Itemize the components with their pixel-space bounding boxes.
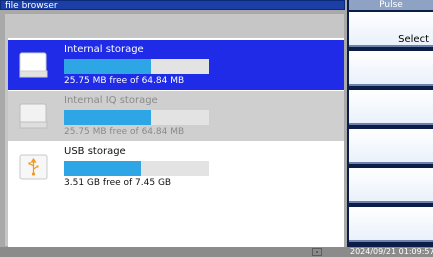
panel-title: Pulse [349,0,433,10]
free-space-text: 25.75 MB free of 64.84 MB [64,127,185,137]
storage-bar [64,59,209,74]
clock: 2024/09/21 01:09:57 [347,247,433,257]
softkey-label: Select [398,34,429,45]
storage-bar-fill [64,110,151,125]
usb-drive-icon [19,154,48,180]
device-row-internal-iq-storage: Internal IQ storage 25.75 MB free of 64.… [8,91,344,141]
select-softkey[interactable]: Select [349,12,433,47]
device-row-internal-storage[interactable]: Internal storage 25.75 MB free of 64.84 … [8,40,344,90]
softkey-panel: Pulse Select 2024/09/21 01:09:57 [347,0,433,257]
storage-bar [64,110,209,125]
softkey-4[interactable] [349,129,433,164]
softkey-6[interactable] [349,207,433,242]
status-bar [0,247,347,257]
device-name: Internal storage [64,44,144,55]
storage-bar [64,161,209,176]
softkey-2[interactable] [349,51,433,86]
free-space-text: 25.75 MB free of 64.84 MB [64,76,185,86]
hard-drive-icon [19,52,48,78]
device-name: Internal IQ storage [64,95,158,106]
network-icon [312,248,322,256]
softkey-5[interactable] [349,168,433,203]
free-space-text: 3.51 GB free of 7.45 GB [64,178,172,188]
device-name: USB storage [64,146,126,157]
window-title: file browser [0,0,345,11]
file-browser-window: file browser Internal storage 25.75 MB f… [0,0,347,257]
device-row-usb-storage[interactable]: USB storage 3.51 GB free of 7.45 GB [8,142,344,192]
storage-bar-fill [64,161,141,176]
softkey-3[interactable] [349,90,433,125]
hard-drive-icon [19,103,48,129]
storage-bar-fill [64,59,151,74]
